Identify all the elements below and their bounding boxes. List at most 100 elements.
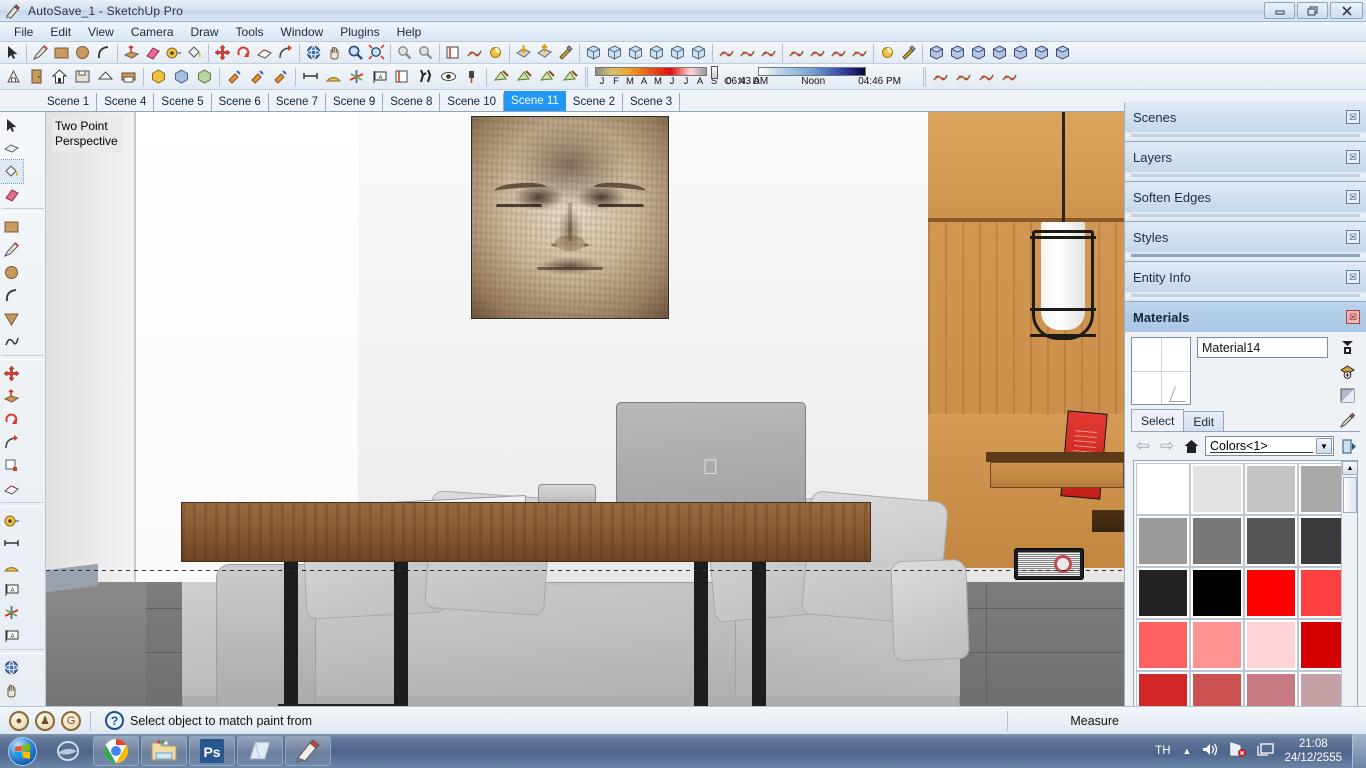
add-detail-icon[interactable] bbox=[975, 65, 998, 89]
menu-item-view[interactable]: View bbox=[80, 23, 122, 41]
tape-measure-icon[interactable] bbox=[163, 43, 184, 63]
arc-icon[interactable] bbox=[0, 284, 23, 307]
material-swatch[interactable] bbox=[1136, 463, 1190, 515]
offset-icon[interactable] bbox=[254, 43, 275, 63]
paint-bucket-icon[interactable] bbox=[184, 43, 205, 63]
material-swatch[interactable] bbox=[1244, 515, 1298, 567]
tray-close-icon[interactable]: ☒ bbox=[1346, 110, 1360, 124]
tape-measure-icon[interactable] bbox=[0, 509, 23, 532]
person-icon[interactable]: ♟ bbox=[35, 710, 55, 731]
pushpull-icon[interactable] bbox=[121, 43, 142, 63]
notepad-icon[interactable] bbox=[237, 736, 283, 766]
drape-icon[interactable] bbox=[929, 65, 952, 89]
zoom-window-icon[interactable] bbox=[394, 43, 415, 63]
pushpull-icon[interactable] bbox=[0, 385, 23, 408]
scene-tab-scene-2[interactable]: Scene 2 bbox=[566, 93, 623, 111]
rectangle-icon[interactable] bbox=[51, 43, 72, 63]
sample-paint-icon[interactable] bbox=[1336, 361, 1358, 381]
component-green-icon[interactable] bbox=[193, 65, 216, 89]
smoove-icon[interactable] bbox=[758, 43, 779, 63]
scene-tab-scene-7[interactable]: Scene 7 bbox=[269, 93, 327, 111]
zoom-extents-icon[interactable] bbox=[366, 43, 387, 63]
orbit-icon[interactable] bbox=[303, 43, 324, 63]
flip-edge-icon[interactable] bbox=[998, 65, 1021, 89]
menu-item-plugins[interactable]: Plugins bbox=[332, 23, 387, 41]
hidden-line-cube-icon[interactable] bbox=[625, 43, 646, 63]
rotate-star-icon[interactable] bbox=[233, 43, 254, 63]
select-arrow-icon[interactable] bbox=[0, 114, 23, 137]
pan-hand-icon[interactable] bbox=[0, 679, 23, 702]
position-camera-icon[interactable] bbox=[460, 65, 483, 89]
chevron-down-icon[interactable]: ▼ bbox=[1316, 438, 1332, 454]
solid-tools-icon[interactable] bbox=[555, 43, 576, 63]
tray-close-icon[interactable]: ☒ bbox=[1346, 270, 1360, 284]
material-name-input[interactable] bbox=[1197, 337, 1328, 358]
volume-icon[interactable] bbox=[1202, 742, 1219, 760]
print-icon[interactable] bbox=[117, 65, 140, 89]
sandbox-icon[interactable] bbox=[464, 43, 485, 63]
tray-header-styles[interactable]: Styles ☒ bbox=[1125, 222, 1366, 252]
circle-icon[interactable] bbox=[0, 261, 23, 284]
color-by-layer-icon[interactable] bbox=[246, 65, 269, 89]
menu-item-edit[interactable]: Edit bbox=[42, 23, 79, 41]
pushpull-face-icon[interactable] bbox=[0, 137, 23, 160]
photo-match-icon[interactable] bbox=[490, 65, 513, 89]
tray-close-icon[interactable]: ☒ bbox=[1346, 310, 1360, 324]
scene-tab-scene-11[interactable]: Scene 11 bbox=[504, 91, 566, 111]
material-swatch[interactable] bbox=[1190, 515, 1244, 567]
left-view-icon[interactable] bbox=[1031, 43, 1052, 63]
shadow-toggle-icon[interactable] bbox=[877, 43, 898, 63]
open-door-icon[interactable] bbox=[25, 65, 48, 89]
menu-item-tools[interactable]: Tools bbox=[228, 23, 272, 41]
component-blue-icon[interactable] bbox=[170, 65, 193, 89]
shaded-icon[interactable] bbox=[646, 43, 667, 63]
zoom-magnifier-icon[interactable] bbox=[345, 43, 366, 63]
previous-view-icon[interactable] bbox=[415, 43, 436, 63]
style-brush-icon[interactable] bbox=[536, 65, 559, 89]
xray-cube-icon[interactable] bbox=[583, 43, 604, 63]
protractor-icon[interactable] bbox=[0, 555, 23, 578]
scene-tab-scene-1[interactable]: Scene 1 bbox=[40, 93, 98, 111]
component-yellow-icon[interactable] bbox=[147, 65, 170, 89]
dim-icon[interactable] bbox=[299, 65, 322, 89]
line-pencil-icon[interactable] bbox=[30, 43, 51, 63]
walkthrough-icon[interactable] bbox=[414, 65, 437, 89]
material-library-select[interactable]: Colors<1> ▼ bbox=[1205, 436, 1334, 456]
pan-hand-icon[interactable] bbox=[324, 43, 345, 63]
axes-icon[interactable] bbox=[345, 65, 368, 89]
monochrome-icon[interactable] bbox=[688, 43, 709, 63]
material-swatch[interactable] bbox=[1136, 619, 1190, 671]
line-pencil-icon[interactable] bbox=[0, 238, 23, 261]
bottom-view-icon[interactable] bbox=[1052, 43, 1073, 63]
eyedropper-icon[interactable] bbox=[1336, 410, 1358, 430]
language-indicator[interactable]: TH bbox=[1155, 745, 1170, 757]
paint-bucket-icon[interactable] bbox=[0, 159, 24, 184]
scene-tab-scene-4[interactable]: Scene 4 bbox=[97, 93, 155, 111]
nav-forward-icon[interactable]: ⇨ bbox=[1157, 436, 1177, 455]
look-around-icon[interactable] bbox=[437, 65, 460, 89]
show-desktop-button[interactable] bbox=[1352, 734, 1366, 768]
sandbox-from-scratch-icon[interactable] bbox=[737, 43, 758, 63]
scene-tab-scene-6[interactable]: Scene 6 bbox=[212, 93, 269, 111]
network-error-icon[interactable] bbox=[1229, 742, 1247, 760]
material-swatch[interactable] bbox=[1136, 567, 1190, 619]
question-icon[interactable]: ? bbox=[105, 711, 124, 730]
tray-header-materials[interactable]: Materials ☒ bbox=[1125, 302, 1366, 332]
measurements-box[interactable]: Measure bbox=[1010, 711, 1122, 731]
chrome-icon[interactable] bbox=[93, 736, 139, 766]
polygon-icon[interactable] bbox=[0, 307, 23, 330]
month-slider-handle[interactable] bbox=[711, 66, 718, 79]
stamp-icon[interactable] bbox=[786, 43, 807, 63]
material-swatch[interactable] bbox=[1244, 619, 1298, 671]
material-swatch[interactable] bbox=[1190, 463, 1244, 515]
export-down-icon[interactable] bbox=[513, 43, 534, 63]
material-swatch-browser[interactable]: ▲▼ bbox=[1133, 460, 1358, 730]
tray-header-layers[interactable]: Layers ☒ bbox=[1125, 142, 1366, 172]
text-3d-icon[interactable]: A bbox=[0, 624, 23, 647]
save-home-icon[interactable] bbox=[48, 65, 71, 89]
import-up-icon[interactable] bbox=[534, 43, 555, 63]
scene-tab-scene-10[interactable]: Scene 10 bbox=[440, 93, 505, 111]
model-viewport[interactable]:  Two Point Perspective bbox=[46, 112, 1124, 706]
drape-icon[interactable] bbox=[807, 43, 828, 63]
menu-item-window[interactable]: Window bbox=[273, 23, 332, 41]
